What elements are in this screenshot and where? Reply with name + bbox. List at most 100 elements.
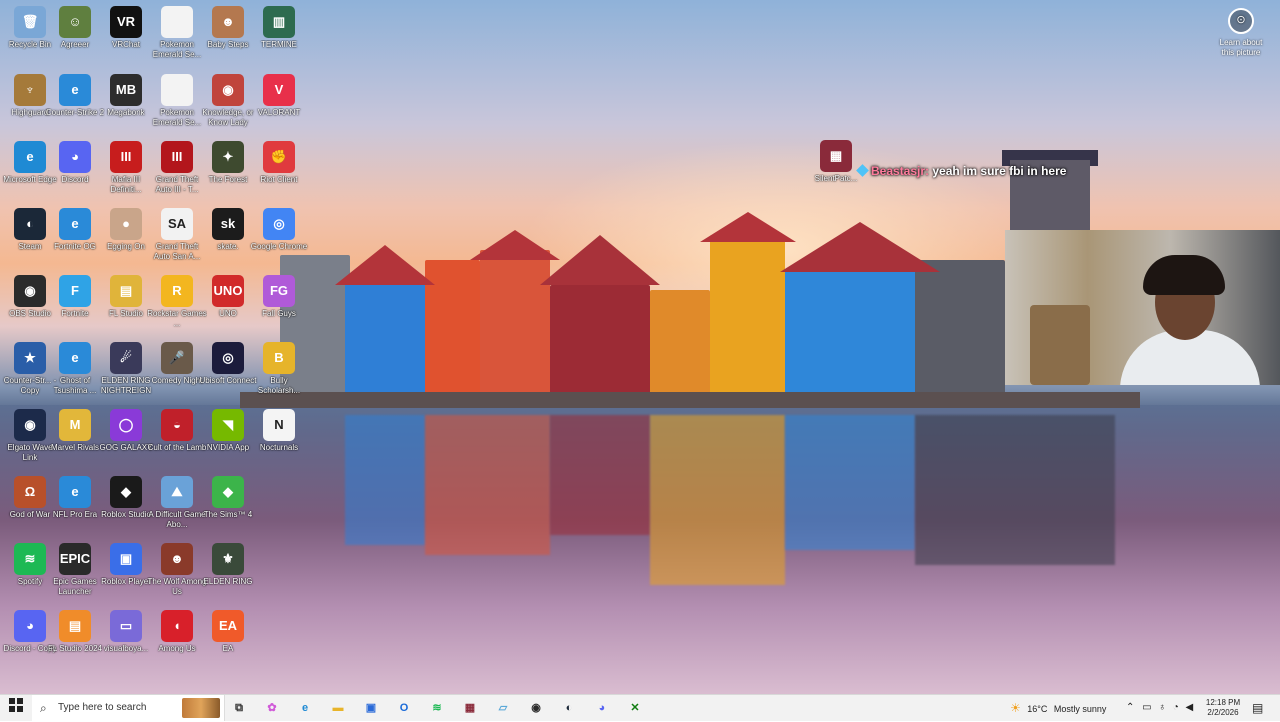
app-icon: ◎ <box>212 342 244 374</box>
webcam-chair <box>1030 305 1090 385</box>
app-icon: ◒ <box>161 409 193 441</box>
desktop-icon-label: Google Chrome <box>250 242 308 251</box>
taskbar-edge-button[interactable]: e <box>294 698 316 718</box>
taskbar-task-view-button[interactable]: ⧉ <box>228 698 250 718</box>
taskbar-file-explorer-button[interactable]: ▬ <box>327 698 349 718</box>
desktop-icon[interactable]: ◎ Google Chrome <box>249 206 309 272</box>
windows-icon <box>9 698 23 712</box>
app-icon: ☺ <box>59 6 91 38</box>
app-icon: ▤ <box>59 610 91 642</box>
taskbar-xbox-button[interactable]: ✕ <box>624 698 646 718</box>
app-icon: R <box>161 275 193 307</box>
microphone-icon[interactable]: ♁ <box>1158 702 1166 713</box>
roof-3 <box>540 235 660 285</box>
app-icon: ♆ <box>14 74 46 106</box>
desktop-icon[interactable]: FG Fall Guys <box>249 273 309 339</box>
app-icon: ☻ <box>212 6 244 38</box>
app-icon: ● <box>110 208 142 240</box>
taskbar-copilot-button[interactable]: ✿ <box>261 698 283 718</box>
app-icon: ◐ <box>14 208 46 240</box>
desktop-icon-label: Fall Guys <box>262 309 296 318</box>
app-icon: ✦ <box>212 141 244 173</box>
app-icon: B <box>263 342 295 374</box>
taskbar-winrar-button[interactable]: ▦ <box>459 698 481 718</box>
taskbar-store-button[interactable]: ▣ <box>360 698 382 718</box>
desktop-icon[interactable]: B Bully Scholarsh... <box>249 340 309 406</box>
app-icon: ★ <box>14 342 46 374</box>
reflection-red <box>425 415 550 555</box>
app-icon: e <box>59 476 91 508</box>
chat-username: Beastasjr: <box>871 164 930 178</box>
clock-time: 12:18 PM <box>1205 698 1241 707</box>
app-icon: ✊ <box>263 141 295 173</box>
house-blue-2 <box>785 270 915 395</box>
winrar-archive-icon: ▦ <box>820 140 852 172</box>
app-icon: e <box>14 141 46 173</box>
app-icon: ◎ <box>263 208 295 240</box>
clock-date: 2/2/2026 <box>1207 708 1239 717</box>
desktop-icon[interactable]: N Nocturnals <box>249 407 309 473</box>
taskbar-notepad-button[interactable]: ▱ <box>492 698 514 718</box>
webcam-overlay <box>1005 230 1280 385</box>
search-icon: ⌕ <box>40 701 47 715</box>
reflection-blue-1 <box>345 415 425 545</box>
app-icon: ◯ <box>110 409 142 441</box>
desktop-icon-label: ELDEN RING <box>203 577 253 586</box>
desktop-icon[interactable]: ◆ The Sims™ 4 <box>198 474 258 540</box>
stream-chat-overlay: Beastasjr: yeah im sure fbi in here <box>856 164 1066 178</box>
app-icon: sk <box>212 208 244 240</box>
app-icon: ◉ <box>14 409 46 441</box>
app-icon: ◕ <box>59 141 91 173</box>
desktop-icon[interactable]: ▥ TERMINE <box>249 4 309 70</box>
app-icon: SA <box>161 208 193 240</box>
house-blue-1 <box>345 280 425 395</box>
app-icon: e <box>59 342 91 374</box>
desktop-icon-label: The Sims™ 4 <box>203 510 253 519</box>
reflection-dark <box>915 415 1115 565</box>
desktop-icon[interactable]: ✊ Riot Client <box>249 139 309 205</box>
app-icon: MB <box>110 74 142 106</box>
learn-about-picture[interactable]: ⊙ Learn about this picture <box>1216 8 1266 58</box>
desktop-icon[interactable]: ⚜ ELDEN RING <box>198 541 258 607</box>
app-icon: e <box>59 74 91 106</box>
volume-icon[interactable]: ◀ <box>1186 702 1194 713</box>
app-icon: ▣ <box>110 543 142 575</box>
app-icon: ◕ <box>14 610 46 642</box>
webcam-person-hair <box>1143 255 1225 295</box>
app-icon: ◉ <box>14 275 46 307</box>
app-icon: V <box>263 74 295 106</box>
app-icon: M <box>59 409 91 441</box>
network-icon[interactable]: ▭ <box>1142 702 1151 713</box>
app-icon: EA <box>212 610 244 642</box>
desktop-icon[interactable]: EA EA <box>198 608 258 674</box>
taskbar-obs-button[interactable]: ◉ <box>525 698 547 718</box>
desktop-icon-label: VALORANT <box>257 108 301 117</box>
roof-1 <box>335 245 435 285</box>
desktop-icon[interactable]: V VALORANT <box>249 72 309 138</box>
app-icon: FG <box>263 275 295 307</box>
app-icon: EPIC <box>59 543 91 575</box>
clock[interactable]: 12:18 PM 2/2/2026 <box>1200 698 1246 718</box>
search-box[interactable]: ⌕ Type here to search <box>32 695 225 721</box>
weather-temp: 16°C <box>1027 704 1048 714</box>
app-icon: VR <box>110 6 142 38</box>
chevron-up-icon[interactable]: ⌃ <box>1126 702 1134 713</box>
taskbar-discord-button[interactable]: ◕ <box>591 698 613 718</box>
taskbar-steam-button[interactable]: ◐ <box>558 698 580 718</box>
search-highlight-image <box>182 698 220 718</box>
app-icon: ◉ <box>212 74 244 106</box>
taskbar-spotify-button[interactable]: ≋ <box>426 698 448 718</box>
start-button[interactable] <box>0 695 32 721</box>
app-icon: ⚜ <box>212 543 244 575</box>
house-burgundy <box>550 285 650 395</box>
notification-icon[interactable]: ▤ <box>1252 695 1263 721</box>
weather-widget[interactable]: ☀ 16°C Mostly sunny <box>1010 695 1106 721</box>
wifi-icon[interactable]: ◔ <box>1173 702 1179 713</box>
app-icon: ◆ <box>212 476 244 508</box>
app-icon: e <box>59 208 91 240</box>
taskbar: ⌕ Type here to search ⧉ ✿ e ▬ ▣ O ≋ ▦ ▱ ◉ ◐ ◕ ✕ ☀ 16… <box>0 694 1280 721</box>
app-icon: ◆ <box>110 476 142 508</box>
taskbar-outlook-button[interactable]: O <box>393 698 415 718</box>
app-icon: 🗑 <box>14 6 46 38</box>
desktop-icon-label: EA <box>222 644 234 653</box>
